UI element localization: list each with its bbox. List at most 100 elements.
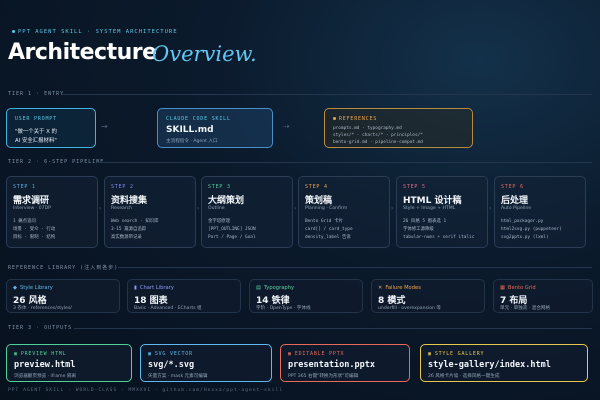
output-label-text: EDITABLE PPTX (294, 351, 345, 357)
step-detail-line: html2svg.py (puppeteer) (501, 227, 562, 232)
tier3-label: TIER 3 · OUTPUTS (8, 325, 73, 331)
step-subtitle: Style + Image + HTML (403, 206, 456, 211)
library-sub: Basic · Advanced · ECharts 组 (134, 306, 202, 311)
output-card[interactable]: ▣ STYLE GALLERY style-gallery/index.html 26… (420, 344, 588, 382)
library-label-text: Chart Library (139, 285, 174, 291)
pipeline-step-card[interactable]: STEP 5 HTML 设计稿 Style + Image + HTML 26 风格 … (396, 176, 488, 248)
user-prompt-line1: "做一个关于 X 的 (15, 129, 57, 135)
user-prompt-card[interactable]: USER PROMPT "做一个关于 X 的 AI 安全汇报材料" (6, 108, 96, 148)
arrow-right-icon: → (101, 122, 108, 131)
output-sub: 26 风格卡片墙 · 选择风格一键生成 (428, 374, 500, 379)
pipeline-step-card[interactable]: STEP 2 资料搜集 Research Web search · 知识库 3-15 篇… (104, 176, 196, 248)
tier3-divider (74, 328, 592, 329)
references-dot-icon (333, 117, 336, 120)
output-label-text: PREVIEW HTML (20, 351, 67, 357)
step-detail-line: card[] / card_type (305, 227, 353, 232)
header-kicker: PPT AGENT SKILL · SYSTEM ARCHITECTURE (12, 29, 178, 35)
library-card[interactable]: ◆ Style Library 26 风格 3 卷体 · references/sty… (6, 279, 120, 313)
pipeline-step-card[interactable]: STEP 3 大纲策划 Outline 金字塔原理 [PPT_OUTLINE] JSON… (201, 176, 293, 248)
step-detail-line: 1 痛点追问 (13, 219, 36, 224)
step-detail-line: Part / Page / Goal (208, 235, 256, 240)
step-title: 策划稿 (305, 196, 333, 206)
step-subtitle: Auto Pipeline (501, 206, 532, 211)
step-detail-line: 金字塔原理 (208, 219, 230, 224)
step-detail-line: 3-15 篇源自追踪 (111, 227, 147, 232)
output-filename: presentation.pptx (288, 360, 375, 370)
output-card[interactable]: ▣ PREVIEW HTML preview.html 浏览器翻页预览 · ifram… (6, 344, 132, 382)
arrow-right-icon: › (99, 205, 102, 212)
skill-label: CLAUDE CODE SKILL (166, 116, 231, 122)
step-number: STEP 4 (305, 184, 328, 190)
pipeline-step-card[interactable]: STEP 6 后处理 Auto Pipeline html_packager.py ht… (494, 176, 586, 248)
output-filename: preview.html (14, 360, 76, 370)
step-title: 后处理 (501, 196, 529, 206)
library-label-text: Style Library (20, 285, 53, 291)
library-icon: ▦ (500, 285, 505, 291)
tier2-divider (98, 162, 592, 163)
step-number: STEP 2 (111, 184, 134, 190)
references-line: bento-grid.md · pipeline-compat.md (333, 140, 423, 145)
tier2-label: TIER 2 · 6-STEP PIPELINE (8, 159, 105, 165)
step-title: 大纲策划 (208, 196, 245, 206)
pipeline-step-card[interactable]: STEP 1 需求调研 Interview · 07DP 1 痛点追问 场景 · 受众 … (6, 176, 98, 248)
output-sub: 矢量方案 · mask 元素可编辑 (148, 374, 208, 379)
library-divider (118, 267, 592, 268)
arrow-right-icon: › (197, 205, 200, 212)
library-label-text: Typography (263, 285, 295, 291)
step-detail-line: Web search · 知识库 (111, 219, 159, 224)
library-sub: 单元 · 单独双 · 混合网格 (500, 306, 551, 311)
output-label: ▣ STYLE GALLERY (428, 351, 484, 357)
step-detail-line: 26 风格 5 图表选 1 (403, 219, 447, 224)
tier1-divider (62, 94, 592, 95)
step-detail-line: 字体修工源降级 (403, 227, 434, 232)
step-title: 需求调研 (13, 196, 50, 206)
file-icon: ▣ (288, 351, 292, 357)
library-label-text: Bento Grid (507, 285, 536, 291)
output-label: ▣ EDITABLE PPTX (288, 351, 344, 357)
output-card[interactable]: ▣ SVG VECTOR svg/*.svg 矢量方案 · mask 元素可编辑 (140, 344, 272, 382)
step-title: HTML 设计稿 (403, 196, 462, 206)
library-card-label: ▮ Chart Library (134, 285, 174, 291)
page-title: Architecture (8, 40, 157, 65)
user-prompt-line2: AI 安全汇报材料" (15, 138, 57, 144)
library-card[interactable]: ▦ Bento Grid 7 布局 单元 · 单独双 · 混合网格 (493, 279, 593, 313)
tier1-label: TIER 1 · ENTRY (8, 91, 65, 97)
library-card-label: ◆ Style Library (13, 285, 53, 291)
arrow-right-icon: › (294, 205, 297, 212)
file-icon: ▣ (428, 351, 432, 357)
step-number: STEP 5 (403, 184, 426, 190)
library-icon: ▤ (256, 285, 261, 291)
library-sub: 3 卷体 · references/styles/ (13, 306, 72, 311)
step-detail-line: 场景 · 受众 · 行动 (13, 227, 56, 232)
output-label: ▣ PREVIEW HTML (14, 351, 67, 357)
library-sub: underfill · overexpansion 等 (378, 306, 441, 311)
step-detail-line: 目标 · 限制 · 结构 (13, 235, 56, 240)
user-prompt-label: USER PROMPT (15, 116, 57, 122)
output-label: ▣ SVG VECTOR (148, 351, 193, 357)
output-label-text: STYLE GALLERY (434, 351, 485, 357)
arrow-right-icon: ⇢ (283, 122, 290, 131)
references-card[interactable]: REFERENCES prompts.md · typography.md st… (324, 108, 473, 148)
library-icon: ✕ (378, 285, 383, 291)
output-filename: style-gallery/index.html (428, 360, 551, 370)
output-filename: svg/*.svg (148, 360, 195, 370)
library-card[interactable]: ✕ Failure Modes 8 模式 underfill · overexpans… (371, 279, 485, 313)
arrow-right-icon: › (489, 205, 492, 212)
library-card[interactable]: ▮ Chart Library 18 图表 Basic · Advanced · EC… (127, 279, 241, 313)
library-card[interactable]: ▤ Typography 14 铁律 字阶 · OpenType · 字体线 (249, 279, 363, 313)
pipeline-step-card[interactable]: STEP 4 策划稿 Planning · Confirm Bento Grid 卡片… (298, 176, 390, 248)
step-detail-line: [PPT_OUTLINE] JSON (208, 227, 256, 232)
file-icon: ▣ (148, 351, 152, 357)
step-subtitle: Research (111, 206, 133, 211)
step-subtitle: Outline (208, 206, 225, 211)
references-label: REFERENCES (333, 116, 377, 122)
library-icon: ▮ (134, 285, 137, 291)
step-title: 资料搜集 (111, 196, 148, 206)
step-detail-line: svg2pptx.py (lxml) (501, 235, 549, 240)
kicker-dot-icon (12, 30, 15, 33)
step-detail-line: tabular-nums + serif italic (403, 235, 475, 240)
library-card-label: ✕ Failure Modes (378, 285, 421, 291)
step-number: STEP 1 (13, 184, 36, 190)
output-card[interactable]: ▣ EDITABLE PPTX presentation.pptx PPT 365 右… (280, 344, 410, 382)
skill-card[interactable]: CLAUDE CODE SKILL SKILL.md 主流程指令 · Agent… (157, 108, 273, 148)
